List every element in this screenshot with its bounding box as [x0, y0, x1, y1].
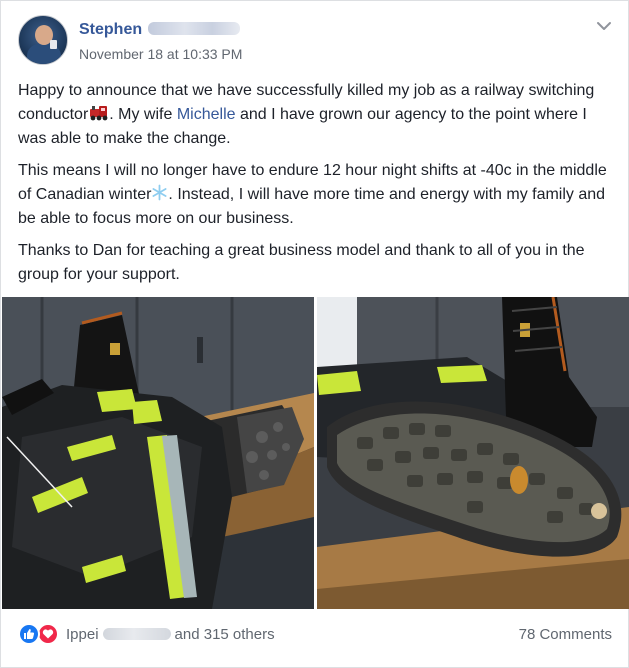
- comments-count[interactable]: 78 Comments: [519, 626, 612, 643]
- like-icon: [18, 623, 40, 645]
- reactors-summary[interactable]: Ippei and 315 others: [66, 626, 275, 643]
- others-count: and 315 others: [174, 626, 275, 643]
- post-body: Happy to announce that we have successfu…: [18, 79, 618, 295]
- paragraph-3: Thanks to Dan for teaching a great busin…: [18, 242, 585, 283]
- avatar-cup: [50, 40, 57, 49]
- paragraph-1-part-2: . My wife: [109, 106, 177, 123]
- blurred-reactor-surname: [102, 628, 171, 640]
- avatar[interactable]: [18, 15, 68, 65]
- boots-on-bench-photo[interactable]: [2, 297, 314, 609]
- post-timestamp[interactable]: November 18 at 10:33 PM: [79, 46, 242, 62]
- author-row: Stephen: [79, 21, 241, 41]
- blurred-surname: [148, 22, 241, 35]
- love-icon: [37, 623, 59, 645]
- reactor-name: Ippei: [66, 626, 99, 643]
- post-header: Stephen November 18 at 10:33 PM: [18, 15, 613, 67]
- post-options-button[interactable]: [595, 19, 613, 33]
- mention-link[interactable]: Michelle: [177, 106, 236, 123]
- train-emoji-icon: [89, 105, 109, 121]
- reactions-bar: Ippei and 315 others 78 Comments: [18, 619, 613, 651]
- post-card: Stephen November 18 at 10:33 PM Happy to…: [0, 0, 629, 668]
- author-name[interactable]: Stephen: [79, 21, 142, 38]
- paragraph-1: Happy to announce that we have successfu…: [18, 79, 618, 151]
- reaction-icons[interactable]: [18, 623, 64, 645]
- snowflake-emoji-icon: [151, 184, 168, 201]
- chevron-down-icon: [597, 22, 611, 30]
- paragraph-2: This means I will no longer have to endu…: [18, 159, 618, 231]
- photo-grid: [2, 297, 629, 609]
- boot-soles-photo[interactable]: [317, 297, 629, 609]
